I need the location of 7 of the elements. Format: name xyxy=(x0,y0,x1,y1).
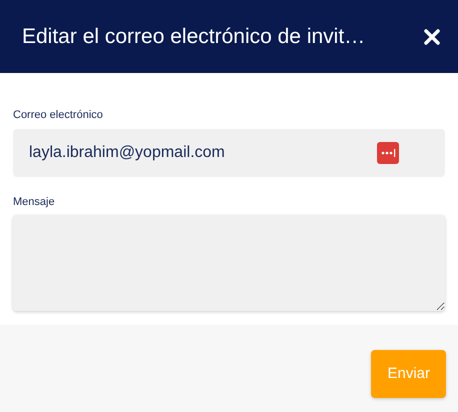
field-label: Mensaje xyxy=(13,194,55,210)
message-field[interactable] xyxy=(13,215,445,311)
close-icon[interactable] xyxy=(424,28,440,44)
field-label: Correo electrónico xyxy=(13,108,103,123)
email-field[interactable]: layla.ibrahim@yopmail.com xyxy=(13,128,445,176)
password-manager-icon[interactable] xyxy=(377,142,399,164)
dialog-title: Editar el correo electrónico de invit… xyxy=(22,24,366,50)
